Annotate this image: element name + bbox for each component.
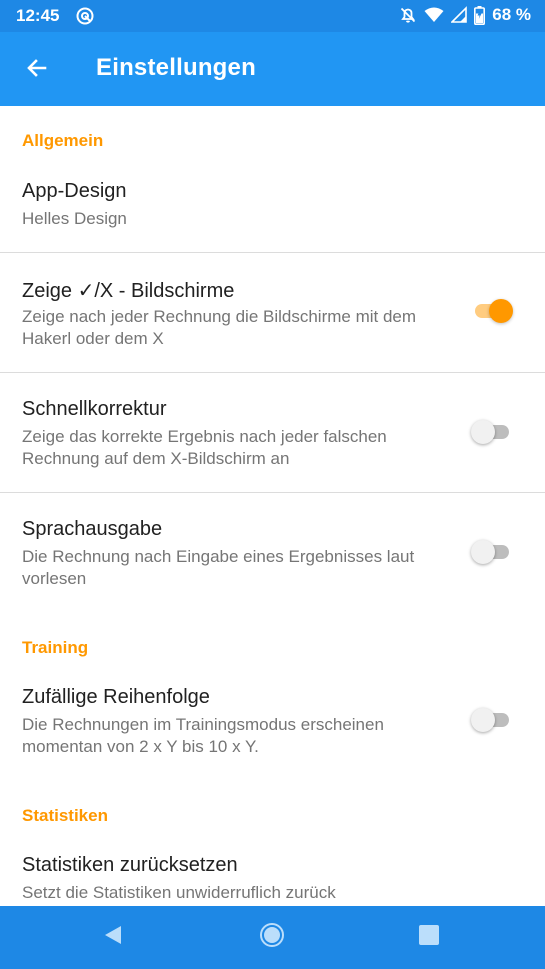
pref-summary: Zeige das korrekte Ergebnis nach jeder f…	[22, 427, 387, 468]
battery-icon	[474, 5, 486, 25]
back-button[interactable]	[18, 51, 56, 89]
nav-back-button[interactable]	[96, 920, 130, 954]
battery-percent: 68 %	[492, 5, 531, 24]
nav-home-button[interactable]	[255, 920, 289, 954]
pref-show-screens[interactable]: Zeige ✓/X - Bildschirme Zeige nach jeder…	[0, 253, 545, 372]
nav-recents-button[interactable]	[412, 920, 446, 954]
sync-icon	[76, 7, 94, 25]
pref-summary: Die Rechnung nach Eingabe eines Ergebnis…	[22, 547, 415, 588]
pref-title: App-Design	[22, 180, 127, 202]
nav-back-icon	[103, 924, 123, 951]
pref-summary: Zeige nach jeder Rechnung die Bildschirm…	[22, 307, 417, 348]
pref-title: Zeige ✓/X - Bildschirme	[22, 280, 235, 302]
section-header-general: Allgemein	[22, 131, 104, 150]
switch-thumb	[471, 708, 495, 732]
status-time: 12:45	[16, 6, 60, 25]
pref-quick-correction[interactable]: Schnellkorrektur Zeige das korrekte Erge…	[0, 373, 545, 492]
pref-speech-output[interactable]: Sprachausgabe Die Rechnung nach Eingabe …	[0, 493, 545, 608]
quick-correction-switch[interactable]	[471, 412, 511, 452]
pref-reset-statistics[interactable]: Statistiken zurücksetzen Setzt die Stati…	[0, 829, 545, 906]
nav-home-icon	[259, 922, 285, 953]
cellular-signal-icon	[451, 6, 468, 24]
page-title: Einstellungen	[96, 54, 256, 81]
pref-random-order[interactable]: Zufällige Reihenfolge Die Rechnungen im …	[0, 661, 545, 776]
switch-thumb	[471, 540, 495, 564]
speech-output-switch[interactable]	[471, 532, 511, 572]
navigation-bar	[0, 906, 545, 969]
nav-recents-icon	[418, 924, 440, 951]
pref-title: Schnellkorrektur	[22, 398, 167, 420]
status-bar: 12:45 68 %	[0, 0, 545, 32]
show-screens-switch[interactable]	[471, 291, 513, 331]
section-header-statistics: Statistiken	[22, 806, 108, 825]
pref-title: Zufällige Reihenfolge	[22, 686, 210, 708]
wifi-icon	[424, 6, 444, 24]
settings-list: Allgemein App-Design Helles Design Zeige…	[0, 106, 545, 906]
pref-title: Statistiken zurücksetzen	[22, 854, 238, 876]
pref-summary: Helles Design	[22, 209, 127, 228]
arrow-back-icon	[25, 56, 49, 85]
section-header-training: Training	[22, 638, 89, 657]
notifications-off-icon	[399, 6, 417, 24]
random-order-switch[interactable]	[471, 700, 511, 740]
pref-title: Sprachausgabe	[22, 518, 163, 540]
switch-thumb	[489, 299, 513, 323]
switch-thumb	[471, 420, 495, 444]
app-bar: Einstellungen	[0, 32, 545, 106]
pref-app-design[interactable]: App-Design Helles Design	[0, 166, 545, 252]
pref-summary: Die Rechnungen im Trainingsmodus erschei…	[22, 715, 384, 756]
pref-summary: Setzt die Statistiken unwiderruflich zur…	[22, 883, 336, 902]
